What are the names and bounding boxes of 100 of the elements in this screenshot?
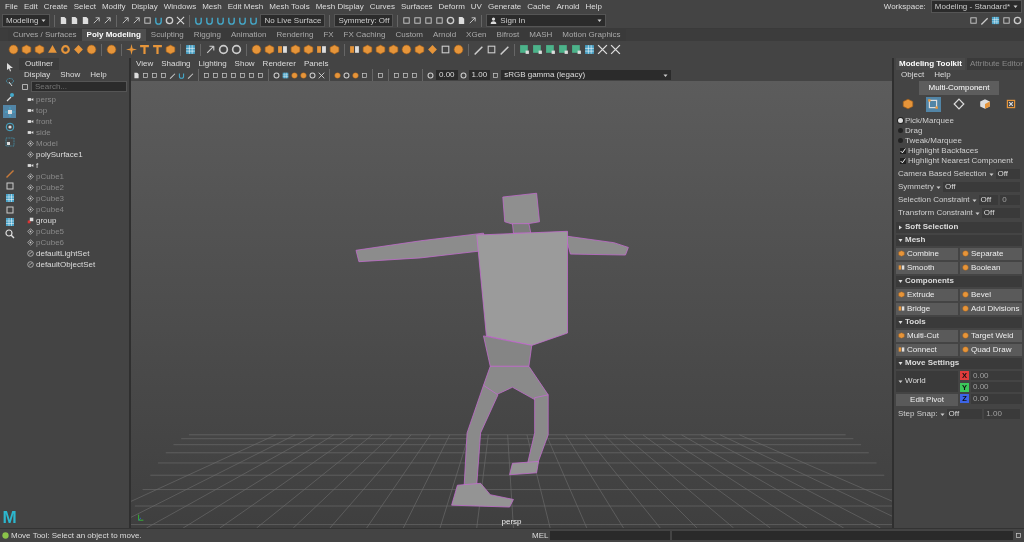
tool-button[interactable]: Smooth [896,261,958,274]
square-icon[interactable] [402,16,412,25]
gamma-field[interactable]: 1.00 [468,70,491,80]
sphere-icon[interactable] [334,71,341,79]
edit-pivot-button[interactable]: Edit Pivot [896,393,958,406]
menu-item[interactable]: UV [467,1,485,12]
tool-button[interactable] [3,135,16,148]
menu-item[interactable]: Lighting [195,58,230,69]
tool-button[interactable]: Multi-Cut [896,329,958,342]
square-icon[interactable] [4,205,15,215]
cube-icon[interactable] [165,44,176,55]
arrow-icon[interactable] [205,44,216,55]
panel-tab[interactable]: Outliner [19,58,59,70]
document-icon[interactable] [133,71,140,79]
square-icon[interactable] [435,16,445,25]
workspace-dropdown[interactable]: Modeling - Standard* [930,0,1022,14]
axis-value-field[interactable]: 0.00 [971,393,1022,404]
menu-item[interactable]: Select [70,1,99,12]
step-value-field[interactable]: 1.00 [984,409,1020,419]
cone-icon[interactable] [47,44,58,55]
section-header[interactable]: Mesh [896,234,1022,246]
torus-icon[interactable] [60,44,71,55]
mesh-icon[interactable] [519,44,530,55]
menu-item[interactable]: Help [87,69,110,80]
tool-button[interactable]: Separate [960,247,1022,260]
pencil-icon[interactable] [187,71,194,79]
menu-item[interactable]: File [2,1,21,12]
grid-icon[interactable] [185,44,196,55]
radio-button[interactable] [898,138,903,144]
setting-dropdown[interactable]: Off [995,169,1020,180]
tool-button[interactable]: Target Weld [960,329,1022,342]
square-icon[interactable] [424,16,434,25]
outliner-item[interactable]: defaultLightSet [36,248,90,259]
menu-item[interactable]: Display [128,1,161,12]
menu-item[interactable]: Curves [366,1,398,12]
help-icon[interactable] [2,532,9,539]
tool-button[interactable]: Bridge [896,302,958,315]
symmetry-field[interactable]: Symmetry: Off [334,13,394,28]
component-mode-button[interactable] [951,96,967,112]
menu-item[interactable]: Shading [158,58,194,69]
pencil-icon[interactable] [169,71,176,79]
arrow-icon[interactable] [132,16,142,25]
tool-button[interactable]: Quad Draw [960,343,1022,356]
color-space-dropdown[interactable]: sRGB gamma (legacy) [501,70,672,80]
menu-item[interactable]: Edit Mesh [224,1,267,12]
menu-item[interactable]: Help [582,1,605,12]
outliner-item[interactable]: polySurface1 [36,149,83,160]
star-icon[interactable] [126,44,137,55]
tool-button[interactable]: Add Divisions [960,302,1022,315]
section-header[interactable]: Move Settings [896,357,1022,369]
grid-icon[interactable] [991,16,1000,25]
sphere-icon[interactable] [352,71,359,79]
section-header[interactable]: Soft Selection [896,221,1022,233]
square-icon[interactable] [4,181,15,191]
split-cube-icon[interactable] [277,44,288,55]
cube-icon[interactable] [264,44,275,55]
menu-item[interactable]: Display [21,69,54,80]
tool-button[interactable]: Boolean [960,261,1022,274]
menu-item[interactable]: Arnold [553,1,583,12]
exposure-field[interactable]: 0.00 [436,70,458,80]
panel-tab[interactable]: Modeling Toolkit [896,58,965,70]
cube-icon[interactable] [375,44,386,55]
pencil-icon[interactable] [499,44,510,55]
checkbox[interactable] [900,147,906,154]
component-mode-button[interactable] [900,96,915,112]
menu-item[interactable]: Windows [160,1,200,12]
cross-icon[interactable] [176,16,186,25]
component-mode-button[interactable] [925,96,941,112]
cube-icon[interactable] [388,44,399,55]
cube-icon[interactable] [362,44,373,55]
menu-item[interactable]: Object [898,69,928,80]
menu-item[interactable]: Renderer [259,58,299,69]
diamond-icon[interactable] [73,44,84,55]
arrow-icon[interactable] [121,16,131,25]
split-cube-icon[interactable] [349,44,360,55]
shelf-tab[interactable]: Poly Modeling [81,29,146,41]
menu-item[interactable]: Mesh Tools [266,1,313,12]
component-mode-button[interactable] [977,96,993,112]
menu-item[interactable]: Mesh Display [312,1,367,12]
cross-icon[interactable] [597,44,608,55]
setting-dropdown[interactable]: Off [981,208,1020,219]
sphere-icon[interactable] [453,44,464,55]
menu-item[interactable]: Edit [20,1,41,12]
tool-button[interactable] [3,120,16,133]
mode-dropdown[interactable]: Modeling [2,13,51,28]
sphere-icon[interactable] [86,44,97,55]
radio-button[interactable] [898,118,903,124]
mesh-icon[interactable] [545,44,556,55]
menu-item[interactable]: Help [931,69,954,80]
square-icon[interactable] [1002,16,1011,25]
live-surface-field[interactable]: No Live Surface [260,13,326,28]
step-snap-dropdown[interactable]: Off [946,409,983,419]
document-icon[interactable] [457,16,467,25]
section-header[interactable]: Components [896,275,1022,287]
menu-item[interactable]: Panels [300,58,332,69]
checkbox[interactable] [900,157,906,164]
tool-button[interactable]: Extrude [896,288,958,301]
mesh-icon[interactable] [571,44,582,55]
cube-icon[interactable] [329,44,340,55]
magnet-icon[interactable] [154,16,164,25]
